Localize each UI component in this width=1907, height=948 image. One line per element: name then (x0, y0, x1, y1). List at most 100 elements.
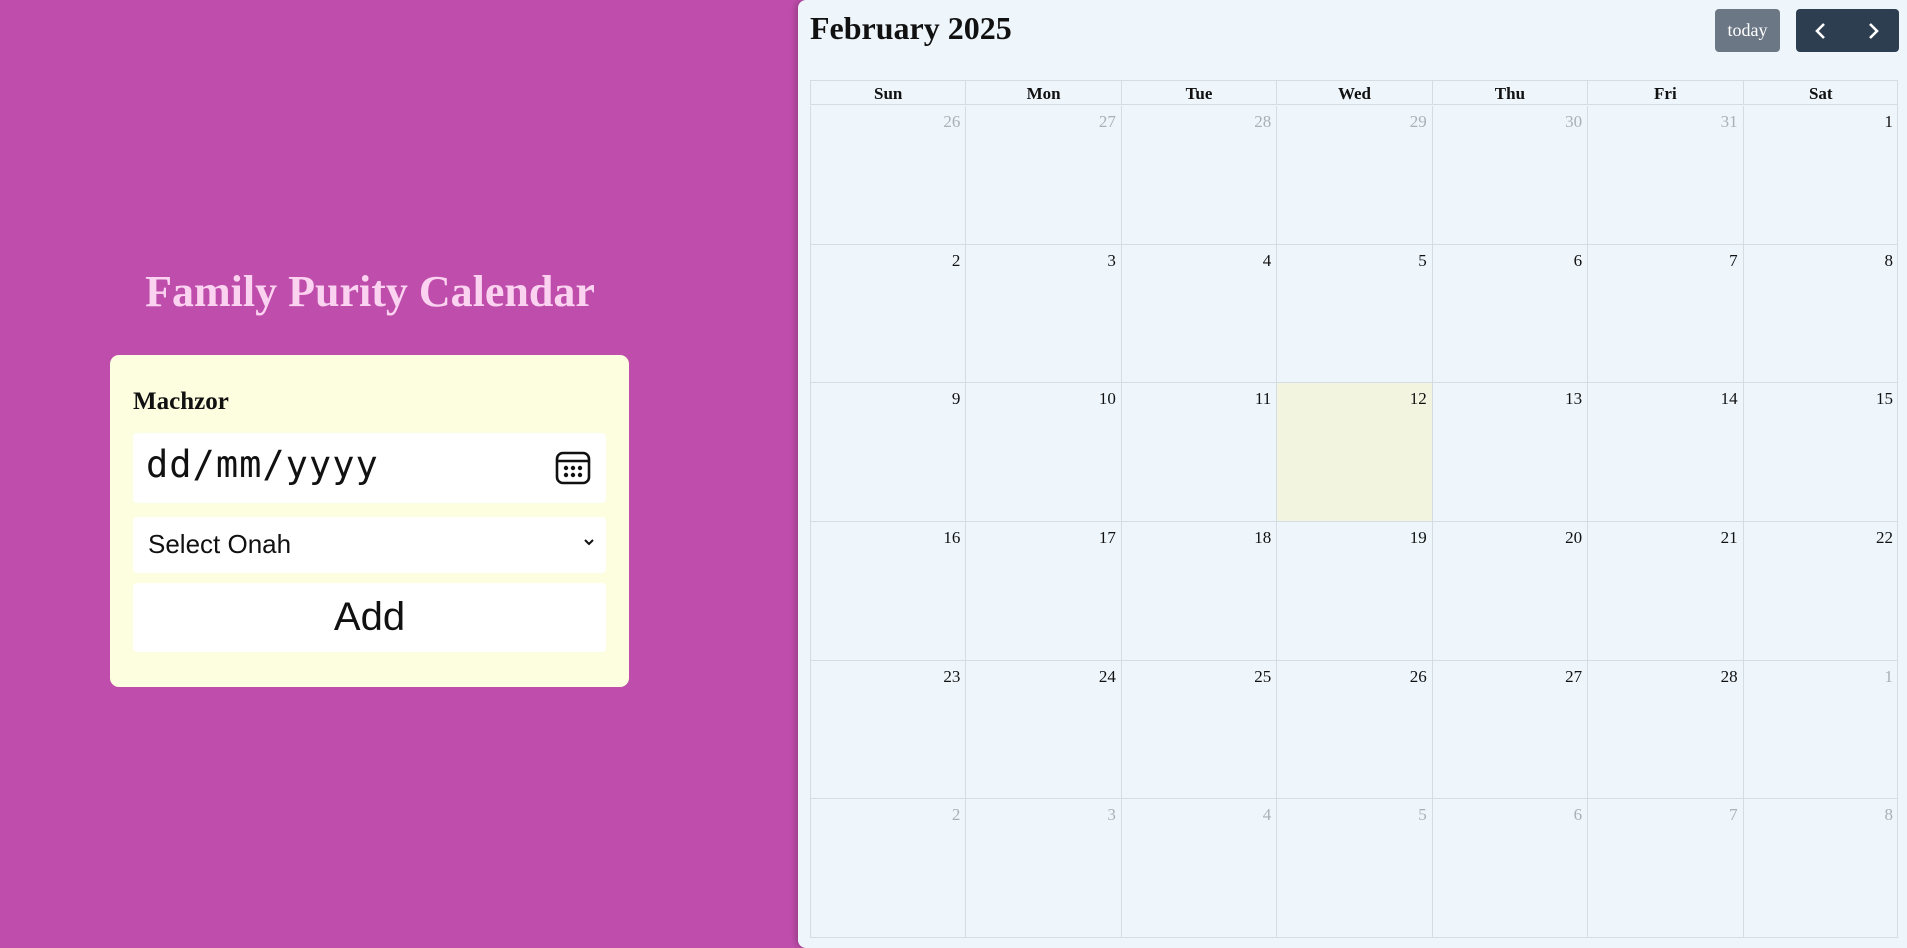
day-number[interactable]: 27 (1565, 667, 1582, 687)
day-cell[interactable]: 9 (810, 383, 966, 522)
day-number[interactable]: 2 (952, 805, 961, 825)
day-number[interactable]: 8 (1884, 251, 1893, 271)
machzor-label: Machzor (133, 388, 229, 415)
day-number[interactable]: 27 (1099, 112, 1116, 132)
day-cell[interactable]: 4 (1120, 244, 1277, 384)
day-number[interactable]: 1 (1884, 667, 1893, 687)
day-cell[interactable]: 28 (1587, 660, 1743, 800)
day-number[interactable]: 7 (1729, 251, 1738, 271)
day-number[interactable]: 25 (1254, 667, 1271, 687)
day-number[interactable]: 2 (952, 251, 961, 271)
add-button[interactable]: Add (133, 583, 606, 652)
day-cell[interactable]: 25 (1120, 660, 1277, 800)
day-cell[interactable]: 22 (1742, 522, 1898, 661)
day-cell[interactable]: 5 (1276, 799, 1432, 938)
day-cell[interactable]: 29 (1276, 106, 1432, 245)
day-cell[interactable]: 8 (1742, 244, 1898, 384)
next-month-button[interactable] (1848, 9, 1899, 52)
day-cell[interactable]: 14 (1587, 383, 1743, 522)
day-cell-today[interactable]: 12 (1276, 383, 1432, 522)
day-cell[interactable]: 15 (1742, 383, 1898, 522)
day-number[interactable]: 26 (1410, 667, 1427, 687)
day-number[interactable]: 28 (1254, 112, 1271, 132)
day-number[interactable]: 24 (1099, 667, 1116, 687)
weekday-header-tue: Tue (1120, 80, 1277, 105)
calendar-icon[interactable] (554, 449, 592, 487)
day-number[interactable]: 12 (1410, 389, 1427, 409)
day-number[interactable]: 15 (1876, 389, 1893, 409)
day-number[interactable]: 18 (1254, 528, 1271, 548)
day-number[interactable]: 30 (1565, 112, 1582, 132)
day-cell[interactable]: 30 (1431, 106, 1588, 245)
day-cell[interactable]: 26 (1276, 660, 1432, 800)
day-number[interactable]: 16 (943, 528, 960, 548)
day-cell[interactable]: 6 (1431, 244, 1588, 384)
day-cell[interactable]: 28 (1120, 106, 1277, 245)
day-cell[interactable]: 7 (1587, 244, 1743, 384)
day-cell[interactable]: 8 (1742, 799, 1898, 938)
day-cell[interactable]: 4 (1120, 799, 1277, 938)
date-input[interactable]: dd/mm/yyyy (133, 433, 606, 503)
day-cell[interactable]: 3 (965, 799, 1121, 938)
day-cell[interactable]: 7 (1587, 799, 1743, 938)
day-cell[interactable]: 6 (1431, 799, 1588, 938)
day-cell[interactable]: 20 (1431, 522, 1588, 661)
day-number[interactable]: 5 (1418, 805, 1427, 825)
day-number[interactable]: 22 (1876, 528, 1893, 548)
prev-month-button[interactable] (1796, 9, 1847, 52)
day-number[interactable]: 21 (1721, 528, 1738, 548)
day-cell[interactable]: 3 (965, 244, 1121, 384)
day-cell[interactable]: 24 (965, 660, 1121, 800)
day-number[interactable]: 10 (1099, 389, 1116, 409)
day-number[interactable]: 1 (1884, 112, 1893, 132)
day-number[interactable]: 20 (1565, 528, 1582, 548)
day-number[interactable]: 31 (1721, 112, 1738, 132)
day-number[interactable]: 6 (1574, 251, 1583, 271)
day-number[interactable]: 17 (1099, 528, 1116, 548)
day-number[interactable]: 6 (1574, 805, 1583, 825)
day-number[interactable]: 9 (952, 389, 961, 409)
day-number[interactable]: 4 (1263, 251, 1272, 271)
day-cell[interactable]: 2 (810, 244, 966, 384)
day-number[interactable]: 4 (1263, 805, 1272, 825)
day-number[interactable]: 3 (1107, 251, 1116, 271)
day-number[interactable]: 8 (1884, 805, 1893, 825)
day-number[interactable]: 5 (1418, 251, 1427, 271)
app-title: Family Purity Calendar (145, 267, 595, 316)
today-button[interactable]: today (1715, 9, 1780, 52)
day-cell[interactable]: 26 (810, 106, 966, 245)
day-cell[interactable]: 5 (1276, 244, 1432, 384)
chevron-right-icon (1869, 23, 1879, 39)
day-number[interactable]: 29 (1410, 112, 1427, 132)
weekday-header-mon: Mon (965, 80, 1121, 105)
calendar-title: February 2025 (810, 10, 1012, 46)
day-cell[interactable]: 19 (1276, 522, 1432, 661)
day-number[interactable]: 11 (1255, 389, 1271, 409)
machzor-form-card: Machzor dd/mm/yyyy Select Onah Add (110, 355, 629, 687)
day-number[interactable]: 19 (1410, 528, 1427, 548)
day-cell[interactable]: 2 (810, 799, 966, 938)
day-number[interactable]: 3 (1107, 805, 1116, 825)
day-number[interactable]: 14 (1721, 389, 1738, 409)
day-cell[interactable]: 13 (1431, 383, 1588, 522)
day-cell[interactable]: 21 (1587, 522, 1743, 661)
day-cell[interactable]: 11 (1120, 383, 1277, 522)
chevron-left-icon (1815, 23, 1825, 39)
day-cell[interactable]: 17 (965, 522, 1121, 661)
nav-button-group (1796, 9, 1899, 52)
day-number[interactable]: 23 (943, 667, 960, 687)
day-number[interactable]: 26 (943, 112, 960, 132)
day-number[interactable]: 7 (1729, 805, 1738, 825)
onah-select[interactable]: Select Onah (133, 517, 606, 573)
day-cell[interactable]: 31 (1587, 106, 1743, 245)
day-cell[interactable]: 1 (1742, 106, 1898, 245)
day-cell[interactable]: 16 (810, 522, 966, 661)
day-cell[interactable]: 27 (965, 106, 1121, 245)
day-cell[interactable]: 23 (810, 660, 966, 800)
day-number[interactable]: 28 (1721, 667, 1738, 687)
day-cell[interactable]: 27 (1431, 660, 1588, 800)
day-cell[interactable]: 18 (1120, 522, 1277, 661)
day-cell[interactable]: 10 (965, 383, 1121, 522)
day-number[interactable]: 13 (1565, 389, 1582, 409)
day-cell[interactable]: 1 (1742, 660, 1898, 800)
